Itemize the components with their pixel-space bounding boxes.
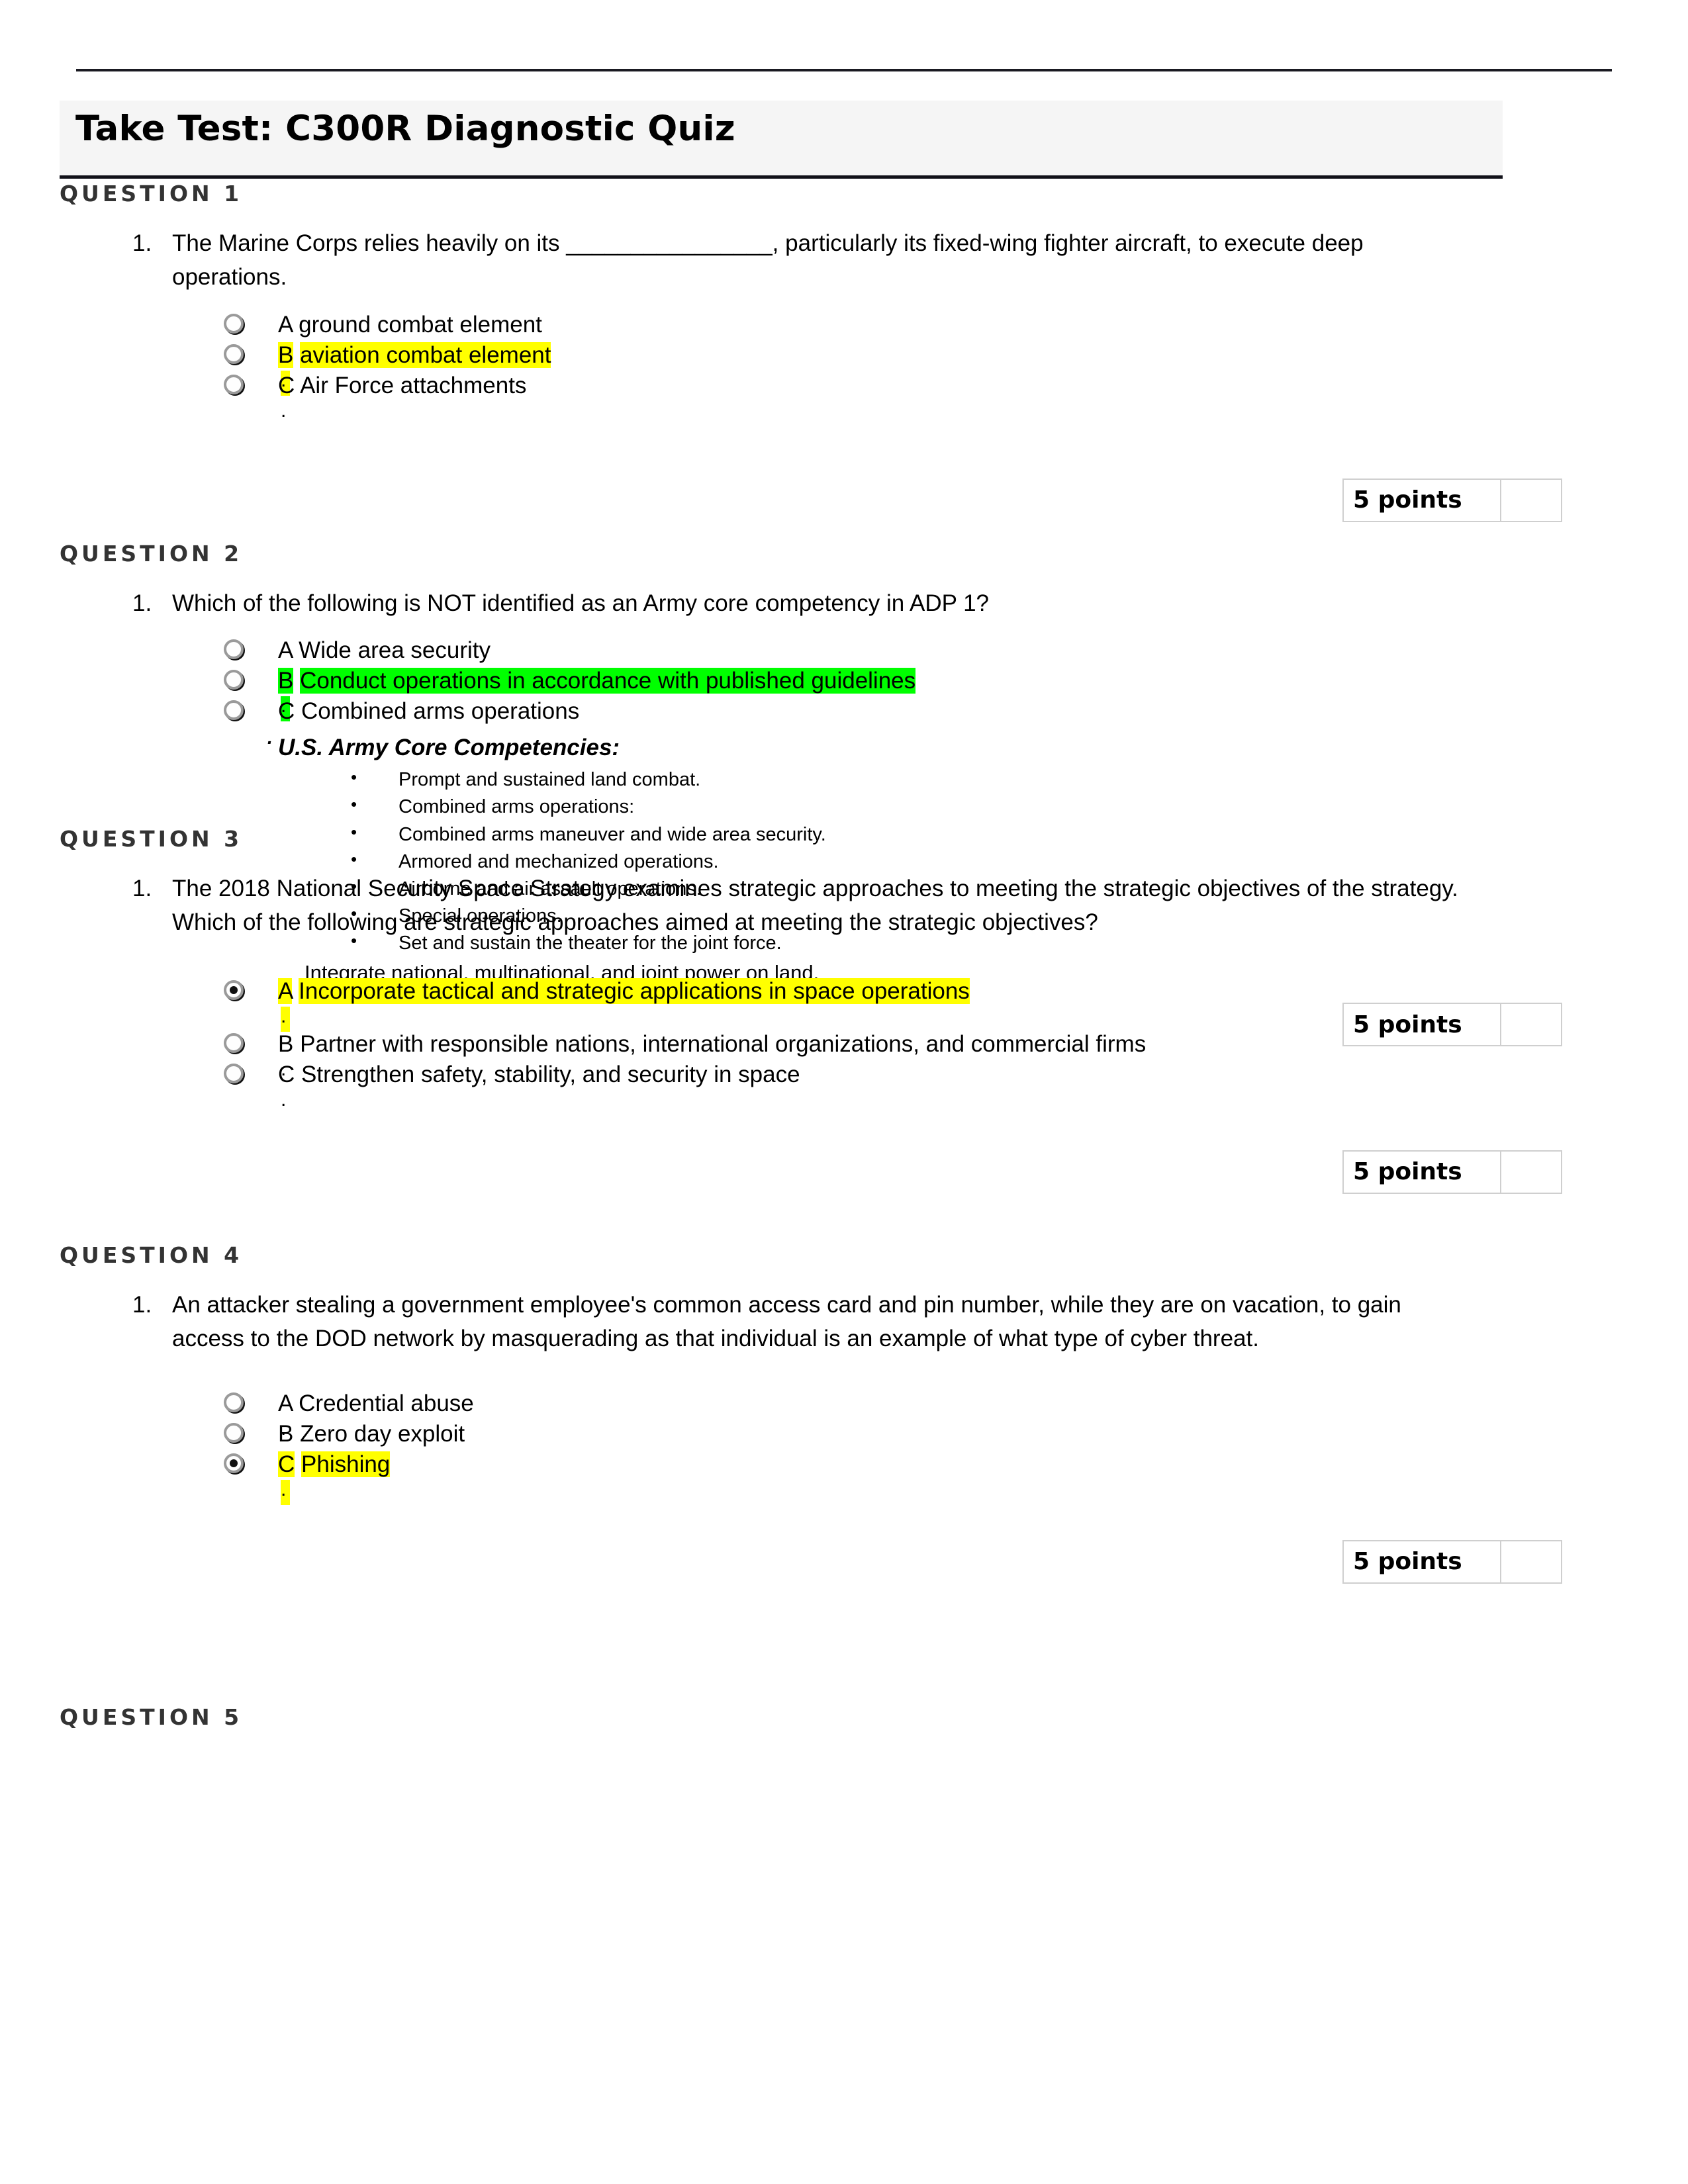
option-text: Combined arms operations (301, 698, 580, 725)
answer-option[interactable]: C Combined arms operations (60, 696, 1602, 733)
option-letter: B (278, 1420, 294, 1447)
question-stem: 1. The Marine Corps relies heavily on its… (60, 226, 1463, 295)
option-letter: B (278, 668, 294, 694)
option-text: Conduct operations in accordance with pu… (300, 668, 916, 694)
points-blank-cell (1500, 1150, 1562, 1194)
question-block: QUESTION 3 1. The 2018 National Security S… (60, 828, 1582, 1198)
question-stem: 1. Which of the following is NOT identifi… (60, 586, 1463, 620)
question-heading: QUESTION 2 (60, 541, 243, 567)
table-row: 5 points (1342, 478, 1562, 522)
points-table: 5 points (1342, 1539, 1562, 1584)
question-stem-text: The 2018 National Security Space Strateg… (172, 876, 1458, 936)
answer-options: A ground combat element. B aviation comba… (60, 306, 1582, 478)
question-block: QUESTION 5 (60, 1706, 1582, 1728)
option-text: Credential abuse (299, 1390, 474, 1416)
option-letter: C (278, 1061, 295, 1087)
option-letter: A (278, 311, 293, 338)
radio-button-c-icon[interactable] (224, 700, 244, 721)
option-text: Partner with responsible nations, intern… (300, 1030, 1147, 1057)
radio-button-a-icon[interactable] (224, 313, 244, 334)
radio-button-b-icon[interactable] (224, 343, 244, 364)
question-stem-text: An attacker stealing a government employ… (172, 1292, 1401, 1352)
answer-option[interactable]: C Phishing. (60, 1449, 1602, 1505)
radio-button-a-icon[interactable] (224, 639, 244, 660)
points-blank-cell (1500, 478, 1562, 522)
question-stem-text: The Marine Corps relies heavily on its _… (172, 230, 1364, 291)
list-item: Prompt and sustained land combat. (351, 765, 1536, 794)
points-blank-cell (1500, 1539, 1562, 1584)
points-table: 5 points (1342, 1150, 1562, 1194)
points-row: 5 points (60, 478, 1582, 526)
answer-option[interactable]: C Air Force attachments. (60, 371, 1602, 420)
option-trailing-dot: . (281, 1088, 287, 1111)
radio-button-a-icon[interactable] (224, 979, 244, 1000)
core-competencies-title: · U.S. Army Core Competencies: (266, 732, 1536, 762)
question-block: QUESTION 1 1. The Marine Corps relies heav… (60, 183, 1582, 526)
points-value: 5 points (1342, 1539, 1501, 1584)
option-text: Phishing (301, 1451, 391, 1477)
option-text: Wide area security (299, 637, 491, 664)
option-letter: A (278, 1390, 293, 1416)
option-letter: B (278, 1030, 294, 1057)
option-text: Incorporate tactical and strategic appli… (299, 978, 970, 1004)
question-heading: QUESTION 3 (60, 826, 243, 852)
option-text: Strengthen safety, stability, and securi… (301, 1061, 800, 1087)
points-value: 5 points (1342, 1150, 1501, 1194)
radio-button-b-icon[interactable] (224, 670, 244, 690)
option-letter: A (278, 637, 293, 664)
answer-option[interactable]: C Strengthen safety, stability, and secu… (60, 1060, 1602, 1109)
core-competencies-lead-dot: · (266, 732, 273, 753)
option-text: ground combat element (299, 311, 542, 338)
option-text: aviation combat element (300, 341, 551, 368)
points-row: 5 points (60, 1150, 1582, 1198)
question-heading: QUESTION 4 (60, 1242, 243, 1268)
radio-button-c-icon[interactable] (224, 1453, 244, 1473)
radio-button-a-icon[interactable] (224, 1392, 244, 1412)
quiz-page: Take Test: C300R Diagnostic Quiz QUESTIO… (0, 0, 1688, 2184)
question-stem: 1. An attacker stealing a government empl… (60, 1288, 1463, 1356)
question-stem: 1. The 2018 National Security Space Strat… (60, 872, 1463, 940)
answer-options: A Incorporate tactical and strategic app… (60, 952, 1582, 1150)
question-block: QUESTION 4 1. An attacker stealing a gover… (60, 1244, 1582, 1588)
question-number: 1. (132, 1292, 152, 1318)
option-letter: C (278, 698, 295, 725)
points-table: 5 points (1342, 478, 1562, 522)
answer-option[interactable]: A Incorporate tactical and strategic app… (60, 976, 1602, 1032)
option-letter: A (278, 978, 293, 1004)
question-heading: QUESTION 5 (60, 1704, 243, 1730)
option-trailing-dot: . (281, 1479, 291, 1505)
answer-options: A Credential abuse.B Zero day exploit.C … (60, 1368, 1582, 1540)
question-heading: QUESTION 1 (60, 181, 243, 206)
option-trailing-dot: . (281, 399, 287, 422)
option-text: Zero day exploit (300, 1420, 465, 1447)
radio-button-b-icon[interactable] (224, 1032, 244, 1053)
radio-button-c-icon[interactable] (224, 374, 244, 394)
question-number: 1. (132, 590, 152, 616)
page-title-bar: Take Test: C300R Diagnostic Quiz (60, 101, 1503, 179)
points-row: 5 points (60, 1539, 1582, 1588)
option-letter: C (278, 372, 295, 398)
table-row: 5 points (1342, 1150, 1562, 1194)
option-letter: B (278, 341, 294, 368)
points-value: 5 points (1342, 478, 1501, 522)
option-text: Air Force attachments (300, 372, 527, 398)
question-number: 1. (132, 230, 152, 256)
question-stem-text: Which of the following is NOT identified… (172, 590, 990, 616)
radio-button-c-icon[interactable] (224, 1063, 244, 1083)
page-top-rule (76, 69, 1612, 71)
core-competencies-title-text: U.S. Army Core Competencies: (278, 735, 620, 761)
list-item: Combined arms operations: (351, 792, 1536, 821)
table-row: 5 points (1342, 1539, 1562, 1584)
option-letter: C (278, 1451, 295, 1477)
page-title: Take Test: C300R Diagnostic Quiz (75, 109, 735, 149)
option-trailing-dot: . (281, 1006, 291, 1032)
question-number: 1. (132, 876, 152, 901)
radio-button-b-icon[interactable] (224, 1422, 244, 1443)
